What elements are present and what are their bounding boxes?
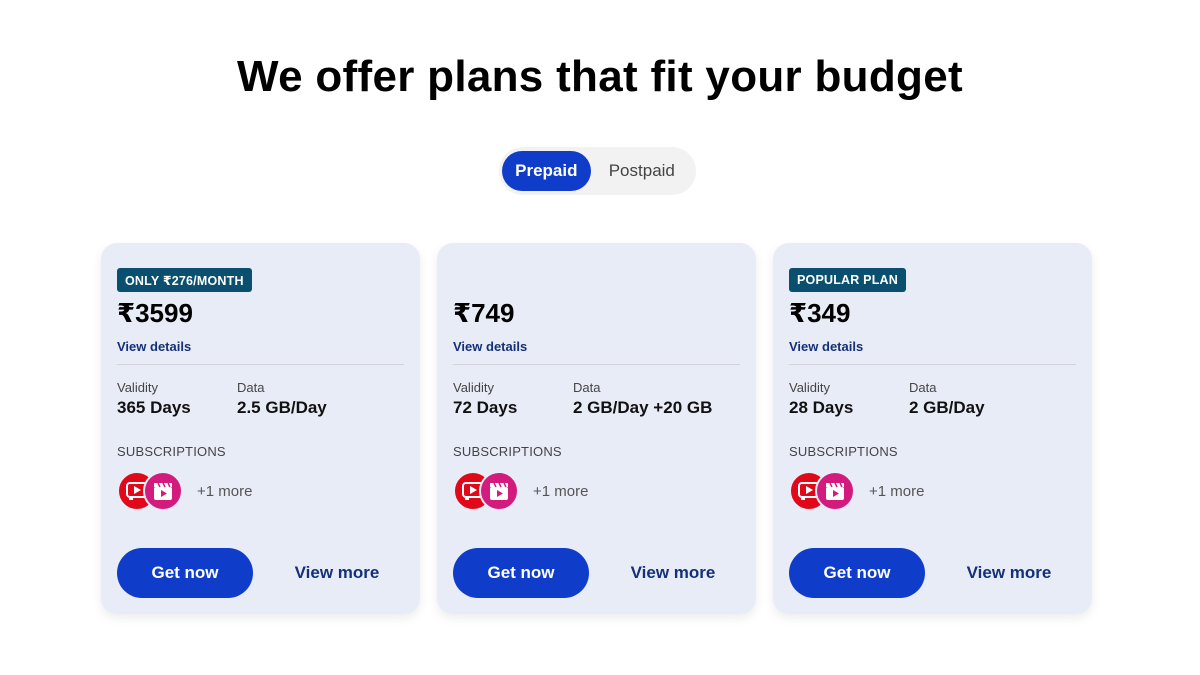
data-label: Data [237, 380, 265, 395]
data-label: Data [909, 380, 937, 395]
data-value: 2.5 GB/Day [237, 398, 327, 417]
validity-value: 365 Days [117, 398, 191, 417]
subscriptions-label: SUBSCRIPTIONS [117, 444, 226, 459]
validity-value: 72 Days [453, 398, 518, 417]
clapper-icon [479, 471, 519, 511]
divider [117, 364, 404, 365]
clapper-icon [815, 471, 855, 511]
get-now-button[interactable]: Get now [453, 548, 589, 598]
plan-badge: POPULAR PLAN [789, 268, 907, 292]
more-subscriptions: +1 more [197, 482, 253, 500]
data-value: 2 GB/Day [909, 398, 985, 417]
validity-label: Validity [453, 380, 494, 395]
validity-label: Validity [117, 380, 158, 395]
divider [453, 364, 740, 365]
plan-card: POPULAR PLAN ₹349 View details Validity … [773, 243, 1092, 614]
prepaid-tab[interactable]: Prepaid [502, 151, 591, 191]
postpaid-tab[interactable]: Postpaid [591, 151, 693, 191]
get-now-button[interactable]: Get now [117, 548, 253, 598]
validity-label: Validity [789, 380, 830, 395]
view-more-button[interactable]: View more [603, 548, 743, 598]
plan-card: ₹749 View details Validity 72 Days Data … [437, 243, 756, 614]
view-details-link[interactable]: View details [789, 339, 863, 354]
plan-badge: ONLY ₹276/MONTH [117, 268, 252, 292]
view-more-button[interactable]: View more [939, 548, 1079, 598]
subscriptions-label: SUBSCRIPTIONS [789, 444, 898, 459]
data-label: Data [573, 380, 601, 395]
data-value: 2 GB/Day +20 GB [573, 398, 713, 417]
subscriptions-label: SUBSCRIPTIONS [453, 444, 562, 459]
plan-price: ₹749 [453, 298, 515, 328]
divider [789, 364, 1076, 365]
view-details-link[interactable]: View details [117, 339, 191, 354]
clapper-icon [143, 471, 183, 511]
page-title: We offer plans that fit your budget [237, 52, 963, 101]
plan-card: ONLY ₹276/MONTH ₹3599 View details Valid… [101, 243, 420, 614]
view-more-button[interactable]: View more [267, 548, 407, 598]
subscriptions-row: +1 more [117, 471, 252, 511]
subscriptions-row: +1 more [453, 471, 588, 511]
plan-price: ₹349 [789, 298, 851, 328]
subscriptions-row: +1 more [789, 471, 924, 511]
plan-cards: ONLY ₹276/MONTH ₹3599 View details Valid… [101, 243, 1092, 614]
plan-type-toggle: Prepaid Postpaid [499, 147, 696, 195]
plan-price: ₹3599 [117, 298, 193, 328]
get-now-button[interactable]: Get now [789, 548, 925, 598]
more-subscriptions: +1 more [869, 482, 925, 500]
view-details-link[interactable]: View details [453, 339, 527, 354]
validity-value: 28 Days [789, 398, 854, 417]
more-subscriptions: +1 more [533, 482, 589, 500]
